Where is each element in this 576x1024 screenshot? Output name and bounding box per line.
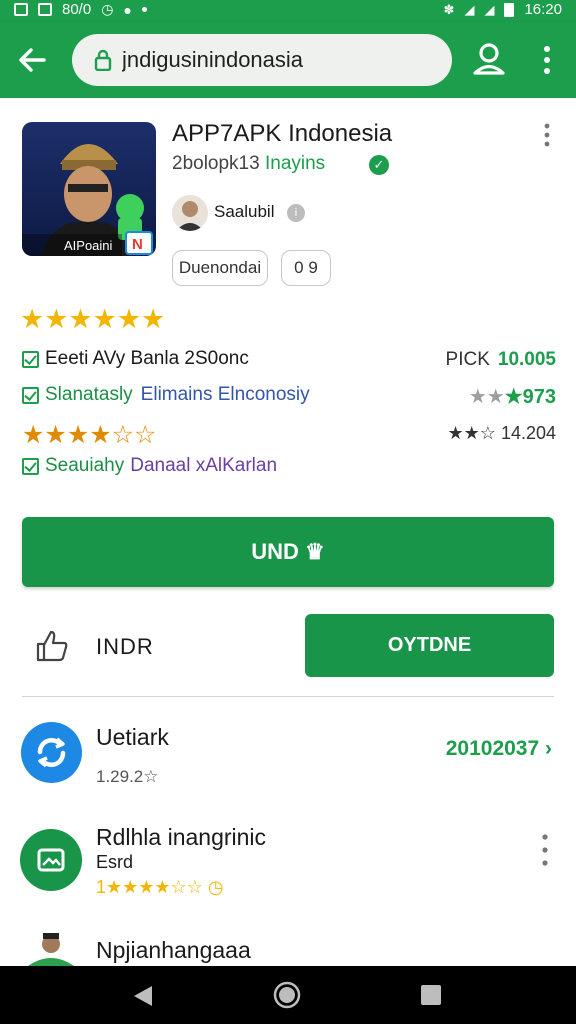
- list-item-2-subtitle: Esrd: [96, 852, 134, 872]
- account-icon[interactable]: [470, 40, 508, 78]
- app-icon-badge: N: [132, 236, 143, 253]
- clock: 16:20: [524, 1, 562, 18]
- notification-icon: [14, 3, 28, 16]
- url-input[interactable]: [122, 47, 422, 73]
- status-bar: 80/0 ◷ ● ✽ ◢ ◢ 16:20: [0, 0, 576, 22]
- app-subtitle-part2[interactable]: Inayins: [265, 153, 325, 174]
- feature-value-1: PICK 10.005: [446, 349, 556, 371]
- verified-icon: ✓: [369, 155, 389, 175]
- list-item-2-rating: 1★★★★☆☆ ◷: [96, 877, 224, 897]
- nav-recents-icon[interactable]: [421, 985, 441, 1005]
- back-arrow-icon[interactable]: [14, 42, 50, 78]
- list-item-2-more-icon[interactable]: [534, 830, 556, 870]
- feature-text-4a: Seauiahy: [45, 455, 125, 476]
- list-item-3-title[interactable]: Npjianhangaaa: [96, 937, 251, 964]
- feature-row-4: Seauiahy Danaal xAlKarlan: [22, 455, 277, 477]
- list-item-1-title[interactable]: Uetiark: [96, 724, 169, 751]
- feature-text-4b: Danaal xAlKarlan: [130, 455, 278, 476]
- feature-value-1-number: 10.005: [497, 349, 556, 370]
- app-icon-label: AIPoaini: [64, 238, 113, 253]
- checkbox-icon: [22, 386, 39, 404]
- list-item-1-icon[interactable]: [21, 722, 82, 783]
- bluetooth-icon: ✽: [443, 1, 455, 17]
- messenger-icon: ●: [123, 1, 132, 18]
- overflow-menu-icon[interactable]: [532, 42, 562, 78]
- feature-text-2b: Elimains Elnconosiy: [140, 384, 310, 405]
- nav-home-icon[interactable]: [272, 980, 302, 1010]
- feature-value-3: ★★☆ 14.204: [447, 423, 556, 443]
- category-chip[interactable]: Duenondai: [172, 250, 268, 286]
- app-subtitle: 2⁠bolopk13 Inayins: [172, 153, 325, 175]
- feature-value-2-stars: ★★: [468, 386, 505, 408]
- section-divider: [22, 696, 554, 697]
- checkbox-icon: [22, 350, 39, 368]
- install-button[interactable]: UND ♛: [22, 517, 554, 587]
- feature-text-2a: Slanatasly: [45, 384, 133, 405]
- list-item-3-icon[interactable]: [20, 930, 82, 966]
- app-title: APP7APK Indonesia: [172, 120, 393, 147]
- feature-row-1: Eeeti AVy Banla 2S0onc: [22, 348, 249, 370]
- rating-stars: ★★★★★★: [20, 304, 166, 334]
- feature-value-2-number: ★973: [504, 386, 556, 408]
- gallery-icon: [38, 3, 52, 16]
- feature-value-1-label: PICK: [445, 349, 490, 370]
- open-button[interactable]: OYTDNE: [305, 614, 554, 677]
- feature-row-2: Slanatasly Elimains Elnconosiy: [22, 384, 310, 406]
- app-subtitle-part1: 2⁠bolopk13: [172, 153, 260, 174]
- feature-text-1: Eeeti AVy Banla 2S0onc: [45, 348, 249, 369]
- feature-value-2: ★★★973: [469, 384, 556, 409]
- image-app-icon: [37, 848, 65, 872]
- sync-icon: ◷: [101, 1, 114, 17]
- signal-icon: ◢: [464, 1, 475, 17]
- more-notifications-icon: [141, 7, 147, 12]
- list-item-1-value[interactable]: 20102037 ›: [446, 737, 552, 761]
- list-item-2-icon[interactable]: [20, 829, 82, 891]
- like-label[interactable]: INDR: [96, 634, 154, 660]
- developer-name[interactable]: Saalubil: [214, 202, 275, 222]
- developer-avatar[interactable]: [172, 195, 208, 231]
- app-icon[interactable]: AIPoaini N: [22, 122, 156, 256]
- address-bar[interactable]: [72, 34, 452, 86]
- browser-toolbar: [0, 22, 576, 98]
- list-item-1-subtitle: 1.29.2☆: [96, 767, 159, 786]
- lock-icon: [94, 49, 112, 71]
- app-icon-artwork: AIPoaini N: [22, 122, 156, 256]
- rating-chip[interactable]: 0 9: [281, 250, 331, 286]
- thumbs-up-icon[interactable]: [34, 628, 70, 664]
- checkbox-icon: [22, 457, 39, 475]
- list-item-2-title[interactable]: Rdlhla inangrinic: [96, 824, 266, 851]
- developer-info-icon[interactable]: i: [287, 204, 305, 222]
- nav-back-icon[interactable]: [130, 983, 156, 1009]
- battery-icon: [504, 2, 515, 17]
- wifi-icon: ◢: [484, 1, 495, 17]
- app-more-icon[interactable]: [536, 120, 558, 150]
- system-nav-bar: [0, 966, 576, 1024]
- status-left-text: 80/0: [62, 1, 92, 18]
- refresh-icon: [37, 737, 66, 768]
- feature-row-3-stars: ★★★★☆☆: [22, 421, 157, 449]
